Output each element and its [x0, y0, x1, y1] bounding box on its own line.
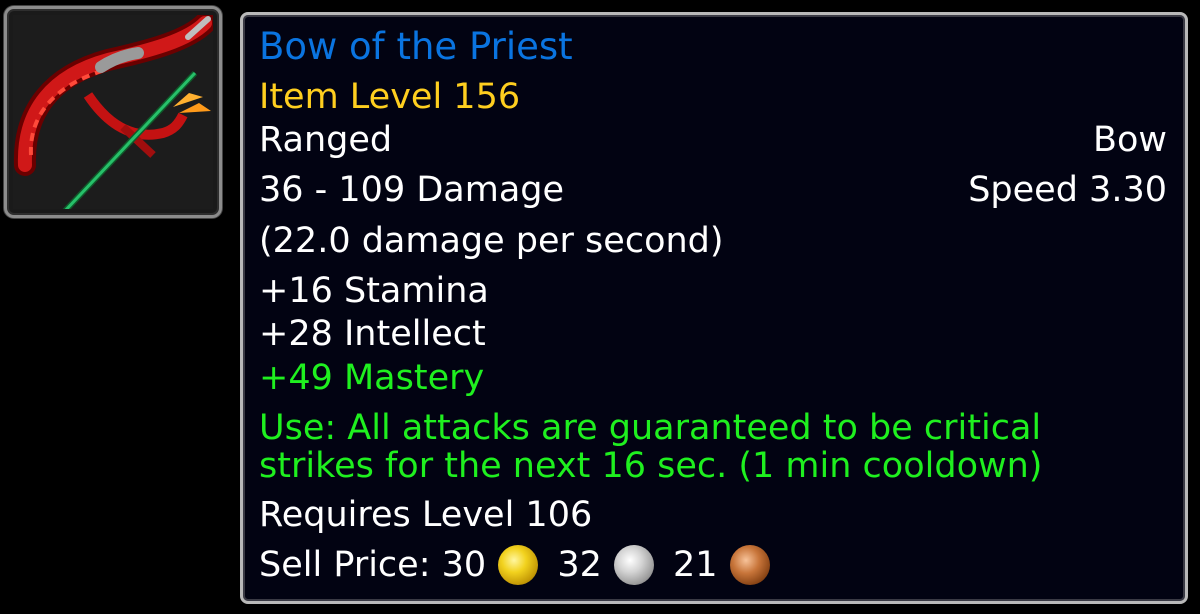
- item-dps: (22.0 damage per second): [259, 221, 724, 261]
- gold-amount: 30: [441, 545, 487, 585]
- stat-mastery: +49 Mastery: [259, 358, 485, 398]
- item-slot: Ranged: [259, 120, 393, 160]
- use-effect-line-2: strikes for the next 16 sec. (1 min cool…: [259, 446, 1043, 486]
- item-tooltip-view: Bow of the Priest Item Level 156 Ranged …: [0, 0, 1200, 614]
- item-tooltip: Bow of the Priest Item Level 156 Ranged …: [240, 12, 1188, 604]
- copper-amount: 21: [673, 545, 718, 585]
- item-speed: Speed 3.30: [968, 170, 1167, 210]
- silver-amount: 32: [557, 545, 602, 585]
- bow-icon: [13, 15, 213, 209]
- copper-coin-icon: [729, 545, 770, 585]
- gold-coin-icon: [498, 545, 539, 585]
- use-effect-line-1: Use: All attacks are guaranteed to be cr…: [259, 408, 1042, 448]
- stat-intellect: +28 Intellect: [259, 314, 486, 354]
- sell-price: Sell Price: 30 32 21: [259, 544, 778, 585]
- item-type: Bow: [1092, 120, 1167, 160]
- item-name: Bow of the Priest: [259, 25, 573, 68]
- item-icon-slot[interactable]: [4, 6, 222, 218]
- item-level: Item Level 156: [259, 77, 521, 117]
- requires-level: Requires Level 106: [259, 495, 593, 535]
- stat-stamina: +16 Stamina: [259, 271, 489, 311]
- item-damage: 36 - 109 Damage: [259, 170, 565, 210]
- sell-price-label: Sell Price:: [259, 545, 431, 585]
- silver-coin-icon: [613, 545, 654, 585]
